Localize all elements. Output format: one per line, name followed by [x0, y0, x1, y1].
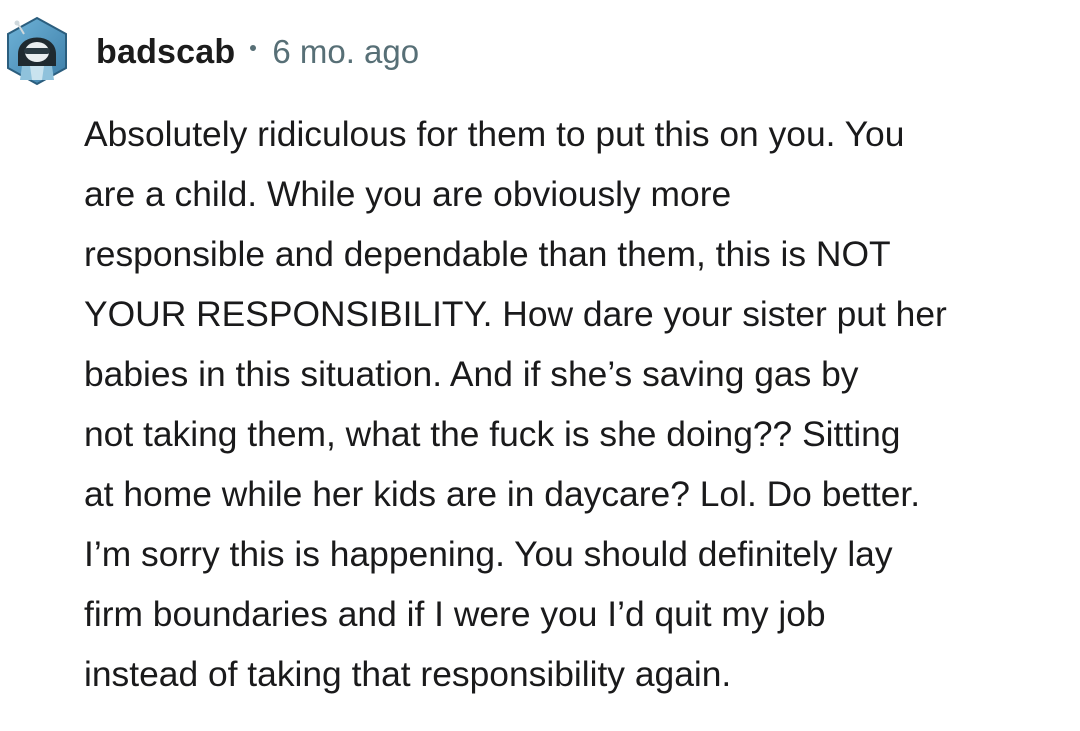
comment-header: badscab 6 mo. ago — [0, 0, 1080, 105]
comment-body: Absolutely ridiculous for them to put th… — [84, 114, 947, 694]
meta-separator-dot — [250, 45, 257, 51]
avatar-graphic — [7, 16, 67, 86]
comment: badscab 6 mo. ago Absolutely ridiculous … — [0, 0, 1080, 731]
author-username[interactable]: badscab — [96, 33, 235, 72]
comment-meta: badscab 6 mo. ago — [96, 30, 419, 74]
comment-timestamp[interactable]: 6 mo. ago — [272, 33, 419, 71]
user-avatar-icon[interactable] — [4, 14, 70, 88]
